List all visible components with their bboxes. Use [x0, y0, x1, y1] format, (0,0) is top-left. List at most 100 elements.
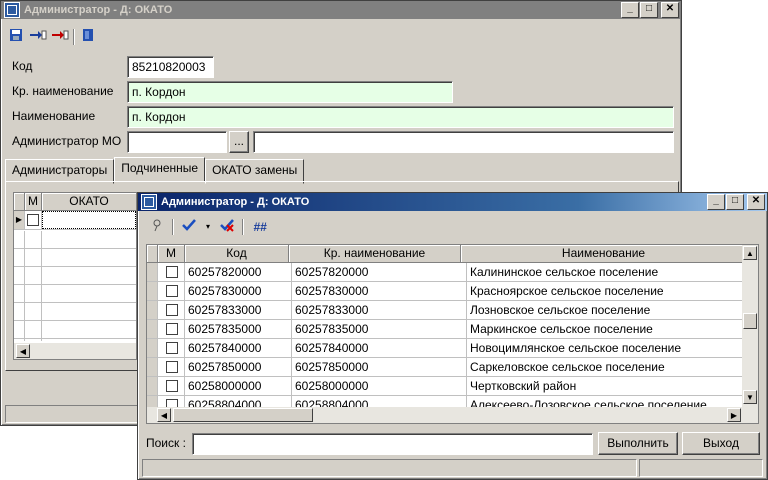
row-name-cell[interactable]: Краснояpское сельское поселение	[467, 282, 756, 300]
row-short-name-cell[interactable]: 60257850000	[292, 358, 467, 376]
uncheck-icon[interactable]	[218, 218, 236, 236]
row-code-cell[interactable]: 60257835000	[185, 320, 292, 338]
row-checkbox[interactable]	[166, 342, 178, 354]
row-code-cell[interactable]: 60257833000	[185, 301, 292, 319]
table-row[interactable]: 60257835000 60257835000 Маркинское сельско…	[147, 320, 758, 339]
minimize-button[interactable]: _	[707, 194, 725, 210]
row-code-cell[interactable]: 60257850000	[185, 358, 292, 376]
row-checkbox-cell[interactable]	[158, 377, 185, 395]
app-icon	[4, 2, 20, 18]
table-row[interactable]: 60257820000 60257820000 Калининское сельск…	[147, 263, 758, 282]
front-grid-header-code[interactable]: Код	[185, 245, 289, 262]
scroll-right-button[interactable]: ▶	[727, 408, 741, 422]
row-indicator	[147, 358, 158, 376]
front-grid-header-short-name[interactable]: Кр. наименование	[289, 245, 461, 262]
front-window-titlebar[interactable]: Администратор - Д: ОКАТО _ □ ✕	[138, 193, 767, 211]
maximize-button[interactable]: □	[640, 2, 658, 18]
name-field[interactable]: п. Кордон	[127, 106, 674, 128]
row-name-cell[interactable]: Чертковский район	[467, 377, 756, 395]
admin-mo-browse-button[interactable]: ...	[229, 131, 249, 153]
delete-row-icon[interactable]	[51, 28, 69, 46]
admin-mo-name-field[interactable]	[253, 131, 674, 153]
row-short-name-cell[interactable]: 60257833000	[292, 301, 467, 319]
row-checkbox[interactable]	[166, 304, 178, 316]
table-row[interactable]: 60258000000 60258000000 Чертковский район	[147, 377, 758, 396]
row-name-cell[interactable]: Маркинское сельское поселение	[467, 320, 756, 338]
code-field[interactable]: 85210820003	[127, 56, 214, 78]
close-button[interactable]: ✕	[747, 194, 765, 210]
row-checkbox-cell[interactable]	[158, 339, 185, 357]
front-toolbar: ▾ ##	[148, 216, 270, 238]
back-grid: М ОКАТО ▶ ◀	[13, 192, 137, 360]
row-checkbox[interactable]	[166, 380, 178, 392]
row-checkbox-cell[interactable]	[158, 282, 185, 300]
admin-mo-field[interactable]	[127, 131, 227, 153]
exit-door-icon[interactable]	[79, 28, 97, 46]
hscroll-thumb[interactable]	[173, 408, 313, 422]
front-grid-header-name[interactable]: Наименование	[461, 245, 747, 262]
check-icon[interactable]	[180, 218, 198, 236]
row-short-name-cell[interactable]: 60258000000	[292, 377, 467, 395]
row-checkbox[interactable]	[166, 285, 178, 297]
row-checkbox-cell[interactable]	[158, 358, 185, 376]
check-dropdown-icon[interactable]: ▾	[204, 218, 212, 236]
row-indicator	[147, 320, 158, 338]
row-okato-cell[interactable]	[42, 211, 136, 229]
search-input[interactable]	[192, 433, 593, 455]
front-grid: М Код Кр. наименование Наименование 6025…	[146, 244, 759, 424]
row-name-cell[interactable]: Саркеловское сельское поселение	[467, 358, 756, 376]
insert-row-icon[interactable]	[29, 28, 47, 46]
row-checkbox-cell[interactable]	[25, 211, 42, 229]
execute-button[interactable]: Выполнить	[598, 432, 678, 455]
row-checkbox[interactable]	[166, 323, 178, 335]
row-code-cell[interactable]: 60257830000	[185, 282, 292, 300]
row-name-cell[interactable]: Новоцимлянское сельское поселение	[467, 339, 756, 357]
short-name-field[interactable]: п. Кордон	[127, 81, 453, 103]
vscroll-thumb[interactable]	[743, 313, 757, 329]
maximize-button[interactable]: □	[726, 194, 744, 210]
row-code-cell[interactable]: 60257840000	[185, 339, 292, 357]
front-grid-vscroll[interactable]: ▲ ▼	[742, 245, 758, 407]
save-icon[interactable]	[7, 28, 25, 46]
scroll-up-button[interactable]: ▲	[743, 246, 757, 260]
row-short-name-cell[interactable]: 60257840000	[292, 339, 467, 357]
tab-subordinates[interactable]: Подчиненные	[114, 157, 206, 182]
table-row[interactable]: 60257850000 60257850000 Саркеловское сельс…	[147, 358, 758, 377]
pin-icon[interactable]	[148, 218, 166, 236]
row-indicator	[147, 377, 158, 395]
row-name-cell[interactable]: Калининское сельское поселение	[467, 263, 756, 281]
table-row[interactable]: 60257830000 60257830000 Краснояpское сельс…	[147, 282, 758, 301]
back-grid-hscroll[interactable]: ◀	[14, 343, 136, 359]
row-checkbox[interactable]	[27, 214, 39, 226]
close-button[interactable]: ✕	[661, 2, 679, 18]
row-short-name-cell[interactable]: 60257835000	[292, 320, 467, 338]
row-short-name-cell[interactable]: 60257820000	[292, 263, 467, 281]
back-window-titlebar[interactable]: Администратор - Д: ОКАТО _ □ ✕	[1, 1, 681, 19]
back-grid-header-okato[interactable]: ОКАТО	[42, 193, 136, 210]
row-checkbox[interactable]	[166, 266, 178, 278]
back-grid-header-m[interactable]: М	[25, 193, 42, 210]
scroll-down-button[interactable]: ▼	[743, 390, 757, 404]
row-short-name-cell[interactable]: 60257830000	[292, 282, 467, 300]
back-grid-indicator-header	[14, 193, 25, 210]
row-checkbox-cell[interactable]	[158, 263, 185, 281]
row-checkbox-cell[interactable]	[158, 301, 185, 319]
scroll-left-button[interactable]: ◀	[157, 408, 171, 422]
front-grid-hscroll[interactable]: ◀ ▶	[147, 407, 758, 423]
app-icon	[141, 194, 157, 210]
exit-button[interactable]: Выход	[682, 432, 760, 455]
minimize-button[interactable]: _	[621, 2, 639, 18]
back-grid-scroll-left[interactable]: ◀	[16, 344, 30, 358]
row-indicator	[147, 282, 158, 300]
back-grid-row[interactable]: ▶	[14, 211, 136, 230]
row-checkbox-cell[interactable]	[158, 320, 185, 338]
row-code-cell[interactable]: 60258000000	[185, 377, 292, 395]
front-grid-header-m[interactable]: М	[158, 245, 185, 262]
row-code-cell[interactable]: 60257820000	[185, 263, 292, 281]
numbering-icon[interactable]: ##	[250, 218, 270, 236]
table-row[interactable]: 60257840000 60257840000 Новоцимлянское сел…	[147, 339, 758, 358]
row-indicator	[147, 263, 158, 281]
row-checkbox[interactable]	[166, 361, 178, 373]
table-row[interactable]: 60257833000 60257833000 Лозновское сельско…	[147, 301, 758, 320]
row-name-cell[interactable]: Лозновское сельское поселение	[467, 301, 756, 319]
